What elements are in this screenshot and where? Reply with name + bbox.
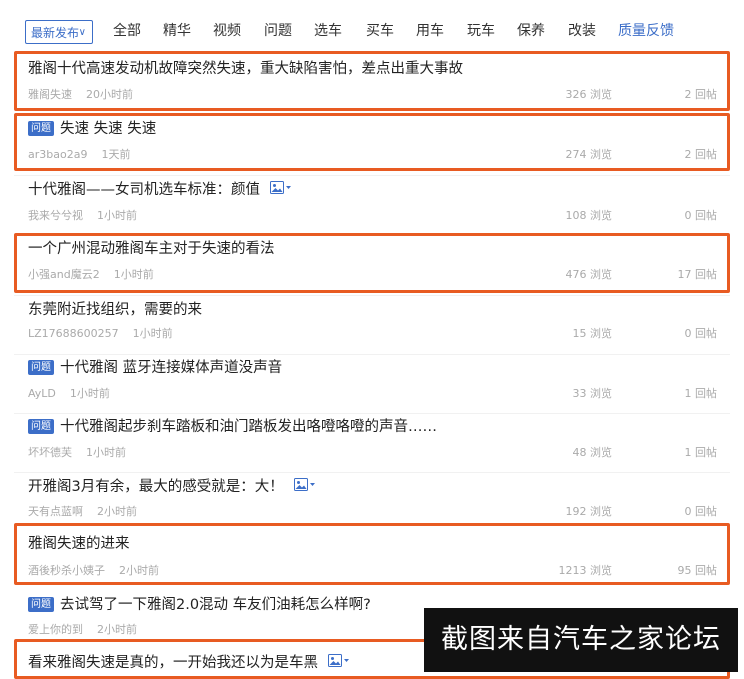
- post-author[interactable]: 小强and魔云2: [28, 268, 100, 281]
- post-views: 15 浏览: [572, 327, 613, 340]
- post-replies: 2 回帖: [684, 148, 718, 161]
- post-title[interactable]: 看来雅阁失速是真的，一开始我还以为是车黑: [28, 655, 318, 671]
- post-meta: 小强and魔云2 1小时前: [28, 268, 154, 282]
- post-time: 2小时前: [119, 564, 159, 577]
- source-caption: 截图来自汽车之家论坛: [424, 608, 738, 672]
- chevron-down-icon: ∨: [78, 27, 86, 38]
- tab-use-car[interactable]: 用车: [416, 21, 444, 41]
- post-title[interactable]: 去试驾了一下雅阁2.0混动 车友们油耗怎么样啊?: [60, 597, 371, 613]
- post-views: 192 浏览: [565, 505, 613, 518]
- post-author[interactable]: AyLD: [28, 387, 56, 400]
- tab-all[interactable]: 全部: [113, 21, 141, 41]
- post-title[interactable]: 失速 失速 失速: [60, 121, 156, 137]
- post-time: 1天前: [101, 148, 131, 161]
- question-badge: 问题: [28, 360, 54, 375]
- post-replies: 1 回帖: [684, 446, 718, 459]
- post-views: 1213 浏览: [558, 564, 613, 577]
- post-views: 33 浏览: [572, 387, 613, 400]
- post-replies: 2 回帖: [684, 88, 718, 101]
- post-author[interactable]: 酒後秒杀小姨子: [28, 564, 105, 577]
- post-meta: 天有点蓝啊 2小时前: [28, 505, 137, 519]
- question-badge: 问题: [28, 121, 54, 136]
- post-title-row[interactable]: 问题 失速 失速 失速: [28, 119, 156, 139]
- post-title-row[interactable]: 问题 十代雅阁起步刹车踏板和油门踏板发出咯噔咯噔的声音……: [28, 417, 437, 437]
- image-icon: [270, 181, 292, 201]
- tab-bar: 最新发布 ∨ 全部 精华 视频 问题 选车 买车 用车 玩车 保养 改装 质量反…: [0, 0, 744, 60]
- post-title[interactable]: 十代雅阁——女司机选车标准：颜值: [28, 182, 260, 198]
- post-views: 48 浏览: [572, 446, 613, 459]
- list-item[interactable]: 十代雅阁——女司机选车标准：颜值 我来兮兮视 1小时前 108 浏览 0 回帖: [14, 176, 730, 234]
- post-author[interactable]: 我来兮兮视: [28, 209, 83, 222]
- post-views: 476 浏览: [565, 268, 613, 281]
- post-replies: 0 回帖: [684, 327, 718, 340]
- image-icon: [328, 654, 350, 674]
- post-author[interactable]: 爱上你的到: [28, 623, 83, 636]
- list-item[interactable]: 雅阁失速的进来 酒後秒杀小姨子 2小时前 1213 浏览 95 回帖: [14, 528, 730, 586]
- post-time: 1小时前: [97, 209, 137, 222]
- post-time: 1小时前: [132, 327, 173, 340]
- post-title[interactable]: 十代雅阁 蓝牙连接媒体声道没声音: [60, 360, 282, 376]
- post-title[interactable]: 雅阁十代高速发动机故障突然失速，重大缺陷害怕，差点出重大事故: [28, 59, 463, 79]
- post-time: 1小时前: [69, 387, 110, 400]
- list-item[interactable]: 一个广州混动雅阁车主对于失速的看法 小强and魔云2 1小时前 476 浏览 17…: [14, 236, 730, 294]
- post-title[interactable]: 雅阁失速的进来: [28, 534, 130, 554]
- post-meta: 坏坏德芙 1小时前: [28, 446, 126, 460]
- post-author[interactable]: ar3bao2a9: [28, 148, 87, 161]
- post-replies: 0 回帖: [684, 209, 718, 222]
- post-time: 20小时前: [86, 88, 133, 101]
- tab-buy-car[interactable]: 买车: [366, 21, 394, 41]
- post-replies: 95 回帖: [677, 564, 718, 577]
- sort-select-value: 最新发布: [31, 26, 80, 40]
- post-title-row[interactable]: 开雅阁3月有余，最大的感受就是：大！: [28, 477, 316, 498]
- tab-play-car[interactable]: 玩车: [467, 21, 495, 41]
- post-time: 1小时前: [86, 446, 126, 459]
- post-replies: 1 回帖: [684, 387, 718, 400]
- list-item[interactable]: 开雅阁3月有余，最大的感受就是：大！ 天有点蓝啊 2小时前 192 浏览 0 回帖: [14, 473, 730, 531]
- tab-featured[interactable]: 精华: [163, 21, 191, 41]
- list-item[interactable]: 问题 十代雅阁 蓝牙连接媒体声道没声音 AyLD 1小时前 33 浏览 1 回帖: [14, 355, 730, 413]
- tab-quality-feedback[interactable]: 质量反馈: [618, 21, 674, 41]
- image-icon: [293, 478, 316, 498]
- post-title[interactable]: 十代雅阁起步刹车踏板和油门踏板发出咯噔咯噔的声音……: [60, 419, 437, 435]
- post-author[interactable]: 天有点蓝啊: [28, 505, 83, 518]
- post-meta: 爱上你的到 2小时前: [28, 623, 137, 637]
- tab-choose-car[interactable]: 选车: [314, 21, 342, 41]
- post-title-row[interactable]: 十代雅阁——女司机选车标准：颜值: [28, 180, 292, 201]
- post-title-row[interactable]: 看来雅阁失速是真的，一开始我还以为是车黑: [28, 653, 350, 674]
- post-meta: 雅阁失速 20小时前: [28, 88, 133, 102]
- post-meta: 我来兮兮视 1小时前: [28, 209, 137, 223]
- post-meta: AyLD 1小时前: [28, 387, 110, 401]
- post-title[interactable]: 东莞附近找组织，需要的来: [28, 300, 202, 320]
- post-title[interactable]: 一个广州混动雅阁车主对于失速的看法: [28, 239, 275, 259]
- post-views: 326 浏览: [565, 88, 613, 101]
- post-title[interactable]: 开雅阁3月有余，最大的感受就是：大！: [28, 479, 284, 495]
- list-item[interactable]: 东莞附近找组织，需要的来 LZ17688600257 1小时前 15 浏览 0 回…: [14, 296, 730, 354]
- post-author[interactable]: 坏坏德芙: [28, 446, 72, 459]
- list-item[interactable]: 问题 失速 失速 失速 ar3bao2a9 1天前 274 浏览 2 回帖: [14, 116, 730, 174]
- post-meta: 酒後秒杀小姨子 2小时前: [28, 564, 159, 578]
- post-replies: 17 回帖: [677, 268, 718, 281]
- tab-video[interactable]: 视频: [213, 21, 241, 41]
- post-title-row[interactable]: 问题 去试驾了一下雅阁2.0混动 车友们油耗怎么样啊?: [28, 595, 371, 615]
- question-badge: 问题: [28, 419, 54, 434]
- tab-maintenance[interactable]: 保养: [517, 21, 545, 41]
- tab-modification[interactable]: 改装: [568, 21, 596, 41]
- post-meta: LZ17688600257 1小时前: [28, 327, 173, 341]
- post-title-row[interactable]: 问题 十代雅阁 蓝牙连接媒体声道没声音: [28, 358, 282, 378]
- list-item[interactable]: 问题 十代雅阁起步刹车踏板和油门踏板发出咯噔咯噔的声音…… 坏坏德芙 1小时前 48…: [14, 414, 730, 472]
- post-views: 108 浏览: [565, 209, 613, 222]
- post-time: 2小时前: [97, 505, 137, 518]
- post-replies: 0 回帖: [684, 505, 718, 518]
- post-author[interactable]: LZ17688600257: [28, 327, 119, 340]
- question-badge: 问题: [28, 597, 54, 612]
- post-author[interactable]: 雅阁失速: [28, 88, 72, 101]
- post-time: 2小时前: [97, 623, 137, 636]
- post-meta: ar3bao2a9 1天前: [28, 148, 130, 162]
- list-item[interactable]: 雅阁十代高速发动机故障突然失速，重大缺陷害怕，差点出重大事故 雅阁失速 20小时前…: [14, 56, 730, 114]
- tab-question[interactable]: 问题: [264, 21, 292, 41]
- sort-select[interactable]: 最新发布 ∨: [25, 20, 93, 44]
- post-views: 274 浏览: [565, 148, 613, 161]
- post-time: 1小时前: [113, 268, 154, 281]
